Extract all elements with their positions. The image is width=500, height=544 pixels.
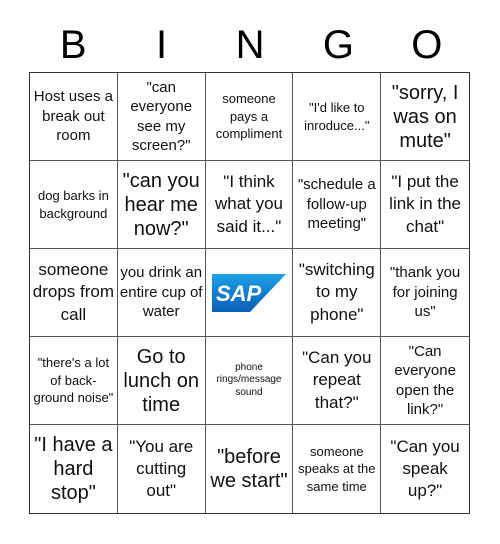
free-space-cell[interactable]: SAP — [205, 249, 294, 337]
bingo-cell[interactable]: "I'd like to inroduce..." — [293, 73, 382, 161]
bingo-cell[interactable]: phone rings/message sound — [205, 337, 294, 425]
header-letter-o: O — [411, 23, 443, 67]
bingo-board: Host uses a break out room "can everyone… — [29, 72, 470, 514]
bingo-cell[interactable]: Go to lunch on time — [117, 337, 206, 425]
header-letter-b: B — [59, 23, 87, 67]
bingo-cell[interactable]: "Can everyone open the link?" — [381, 337, 469, 425]
bingo-cell[interactable]: "I think what you said it..." — [205, 161, 294, 249]
bingo-cell[interactable]: "before we start" — [206, 425, 294, 513]
bingo-cell[interactable]: someone pays a compliment — [205, 73, 294, 161]
bingo-cell[interactable]: someone speaks at the same time — [293, 425, 382, 513]
header-letter-i: I — [156, 23, 168, 67]
bingo-cell[interactable]: "I put the link in the chat" — [381, 161, 469, 249]
bingo-cell[interactable]: someone drops from call — [30, 249, 118, 337]
bingo-cell[interactable]: "You are cutting out" — [118, 425, 206, 513]
bingo-cell[interactable]: dog barks in background — [30, 161, 118, 249]
bingo-cell[interactable]: "there's a lot of back-ground noise" — [30, 337, 118, 425]
bingo-cell[interactable]: Host uses a break out room — [30, 73, 118, 161]
bingo-cell[interactable]: "sorry, I was on mute" — [381, 73, 469, 161]
bingo-header: B I N G O — [29, 22, 471, 68]
bingo-cell[interactable]: "schedule a follow-up meeting" — [293, 161, 382, 249]
bingo-cell[interactable]: "I have a hard stop" — [30, 425, 118, 513]
bingo-cell[interactable]: "can you hear me now?" — [117, 161, 206, 249]
bingo-cell[interactable]: you drink an entire cup of water — [117, 249, 206, 337]
bingo-cell[interactable]: "Can you speak up?" — [381, 425, 469, 513]
header-letter-g: G — [322, 23, 354, 67]
sap-logo-text: SAP — [216, 281, 262, 306]
header-letter-n: N — [235, 23, 265, 67]
bingo-cell[interactable]: "thank you for joining us" — [381, 249, 469, 337]
bingo-cell[interactable]: "switching to my phone" — [293, 249, 382, 337]
sap-logo-icon: SAP — [211, 273, 286, 312]
bingo-cell[interactable]: "can everyone see my screen?" — [117, 73, 206, 161]
bingo-cell[interactable]: "Can you repeat that?" — [293, 337, 382, 425]
